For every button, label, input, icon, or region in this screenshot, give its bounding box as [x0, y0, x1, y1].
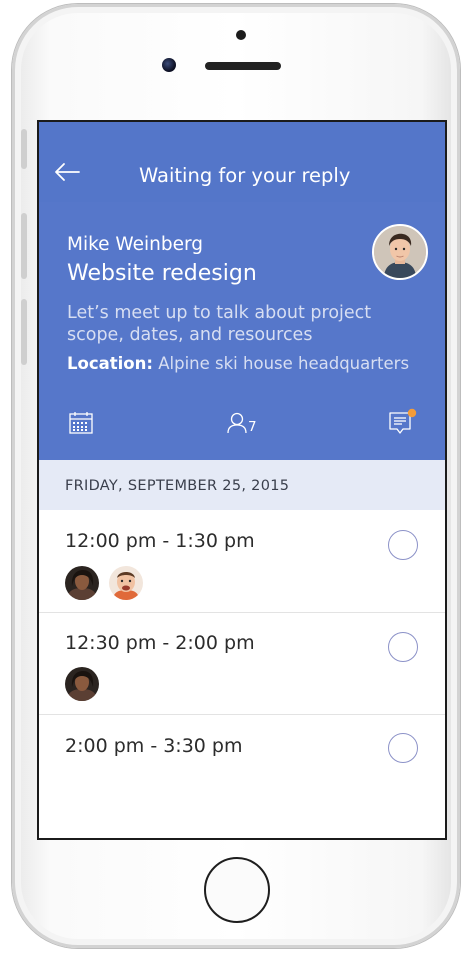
- page-title: Waiting for your reply: [139, 164, 351, 187]
- slot-time: 12:00 pm - 1:30 pm: [65, 530, 255, 552]
- people-icon: [227, 412, 247, 434]
- volume-down-button: [21, 299, 27, 365]
- time-slot[interactable]: 12:00 pm - 1:30 pm: [39, 510, 445, 612]
- meeting-description: Let’s meet up to talk about project scop…: [67, 303, 372, 345]
- volume-up-button: [21, 213, 27, 279]
- organizer-name: Mike Weinberg: [67, 234, 204, 255]
- home-button[interactable]: [204, 857, 270, 923]
- date-label: FRIDAY, SEPTEMBER 25, 2015: [65, 478, 290, 494]
- attendee-avatar: [109, 566, 143, 600]
- meeting-subject: Website redesign: [67, 261, 257, 286]
- attendees-button[interactable]: 7: [227, 412, 257, 434]
- mute-switch: [21, 129, 27, 169]
- organizer-avatar[interactable]: [372, 224, 428, 280]
- slot-time: 12:30 pm - 2:00 pm: [65, 632, 255, 654]
- date-header: FRIDAY, SEPTEMBER 25, 2015: [39, 460, 445, 510]
- time-slot[interactable]: 12:30 pm - 2:00 pm: [39, 613, 445, 714]
- location-label: Location:: [67, 354, 153, 373]
- notification-dot: [407, 408, 417, 418]
- slot-select-radio[interactable]: [388, 530, 418, 560]
- front-camera: [162, 58, 176, 72]
- attendee-avatar: [65, 566, 99, 600]
- meeting-header: Waiting for your reply Mike Weinberg Web…: [39, 122, 445, 460]
- app-screen: Waiting for your reply Mike Weinberg Web…: [37, 120, 447, 840]
- earpiece-speaker: [205, 62, 281, 70]
- sensor-dot: [236, 30, 246, 40]
- time-slot[interactable]: 2:00 pm - 3:30 pm: [39, 715, 445, 795]
- notes-icon[interactable]: [389, 408, 419, 438]
- top-bar: Waiting for your reply: [39, 122, 445, 202]
- slot-select-radio[interactable]: [388, 733, 418, 763]
- attendee-count: 7: [248, 419, 257, 435]
- attendee-avatar: [65, 667, 99, 701]
- slot-time: 2:00 pm - 3:30 pm: [65, 735, 243, 757]
- location-value: Alpine ski house headquarters: [158, 354, 410, 373]
- slot-select-radio[interactable]: [388, 632, 418, 662]
- back-arrow-icon[interactable]: [53, 162, 81, 182]
- organizer-avatar-image: [374, 226, 426, 278]
- meeting-location: Location: Alpine ski house headquarters: [67, 354, 409, 373]
- calendar-icon[interactable]: [69, 412, 93, 434]
